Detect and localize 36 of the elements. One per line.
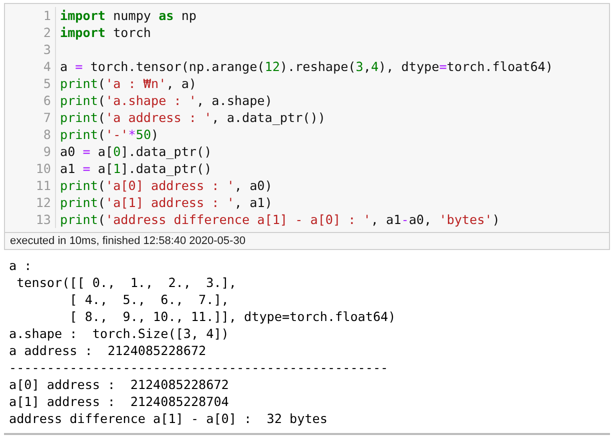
- output-line: a[1] address : 2124085228704: [9, 393, 229, 410]
- code-line: a = torch.tensor(np.arange(12).reshape(3,4), dtype=torch.float64): [60, 58, 553, 75]
- line-number: 10: [36, 160, 51, 177]
- output-line: tensor([[ 0., 1., 2., 3.],: [16, 274, 236, 291]
- code-line: a0 = a[0].data_ptr(): [60, 143, 212, 160]
- output-line: [ 8., 9., 10., 11.]], dtype=torch.float64): [68, 308, 396, 325]
- line-number: 13: [36, 211, 51, 228]
- output-line: a.shape : torch.Size([3, 4]): [9, 325, 229, 342]
- line-number: 1: [43, 7, 51, 24]
- code-line: print('a[1] address : ', a1): [60, 194, 272, 211]
- output-line: address difference a[1] - a[0] : 32 bytes: [9, 410, 328, 427]
- line-number: 5: [43, 75, 51, 92]
- line-number: 3: [43, 41, 51, 58]
- code-cell[interactable]: [4, 3, 610, 250]
- output-line: a[0] address : 2124085228672: [9, 376, 229, 393]
- line-number: 6: [43, 92, 51, 109]
- output-line: a address : 2124085228672: [9, 342, 206, 359]
- line-number: 12: [36, 194, 51, 211]
- code-line: print('a address : ', a.data_ptr()): [60, 109, 326, 126]
- line-number: 7: [43, 109, 51, 126]
- code-line: print('address difference a[1] - a[0] : ', a1-a0, 'bytes'): [60, 211, 500, 228]
- line-number: 11: [36, 177, 51, 194]
- code-line: import torch: [60, 24, 151, 41]
- output-line: a :: [9, 257, 33, 274]
- code-line: print('a : ₩n', a): [60, 75, 197, 92]
- line-number: 4: [43, 58, 51, 75]
- code-line: a1 = a[1].data_ptr(): [60, 160, 212, 177]
- output-line: --------------------------------------------------: [9, 359, 388, 376]
- code-line: import numpy as np: [60, 7, 196, 24]
- line-number: 8: [43, 126, 51, 143]
- output-line: [ 4., 5., 6., 7.],: [68, 291, 229, 308]
- line-number: 2: [43, 24, 51, 41]
- code-line: print('a[0] address : ', a0): [60, 177, 272, 194]
- code-line: print('a.shape : ', a.shape): [60, 92, 272, 109]
- code-line: print('-'*50): [60, 126, 159, 143]
- line-number: 9: [43, 143, 51, 160]
